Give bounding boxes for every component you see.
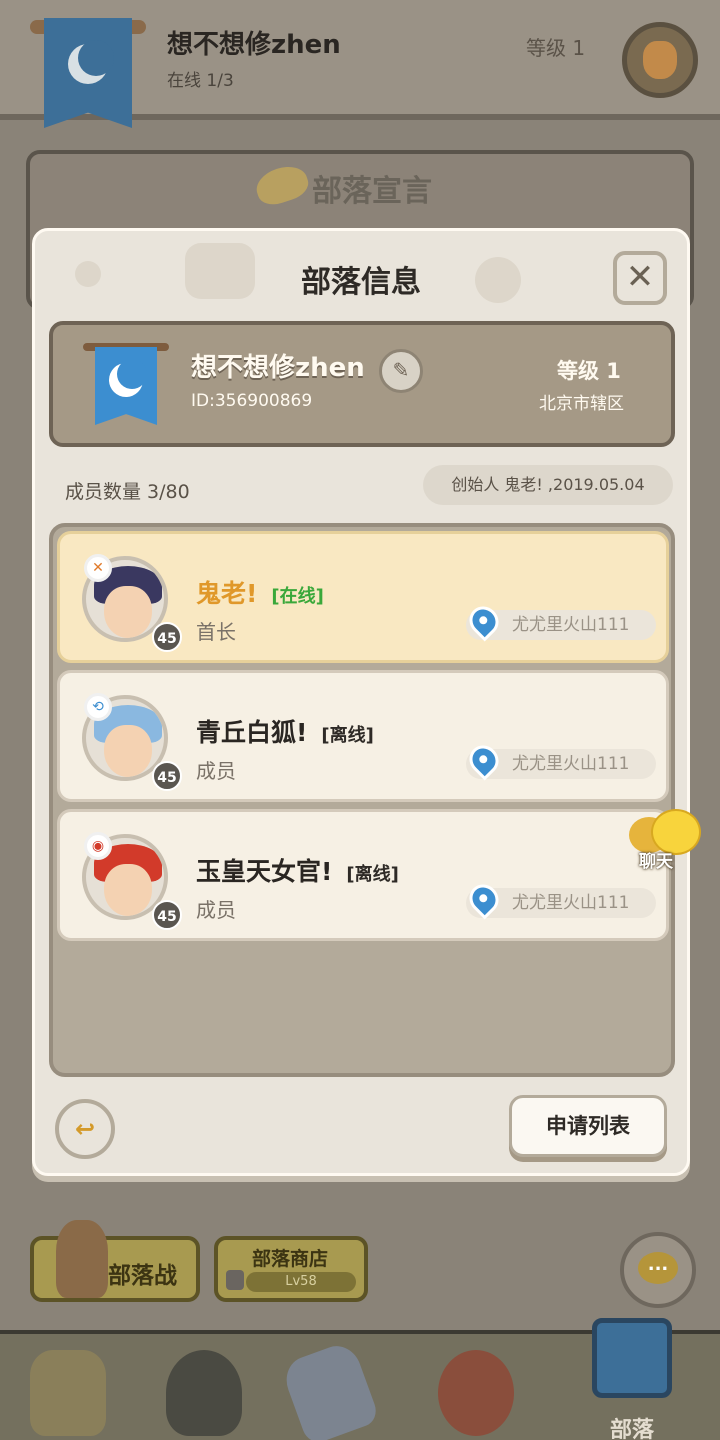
tribe-id: ID:356900869	[191, 391, 313, 411]
face-shape	[104, 586, 152, 638]
member-name-line: 鬼老! [在线]	[196, 574, 324, 610]
player-avatar[interactable]	[622, 22, 698, 98]
close-button[interactable]: ✕	[613, 251, 667, 305]
tribe-war-label: 部落战	[108, 1263, 177, 1289]
member-status: [在线]	[271, 586, 324, 607]
chat-float-label: 聊天	[639, 852, 673, 872]
shop-unlock-level: Lv58	[246, 1272, 356, 1292]
nav-tribe-label: 部落	[609, 1418, 654, 1440]
nav-item-hero[interactable]	[156, 1350, 252, 1440]
member-name: 青丘白狐!	[196, 718, 308, 747]
top-bar-online-count: 在线 1/3	[167, 71, 234, 91]
member-name-line: 玉皇天女官! [离线]	[196, 852, 399, 888]
location-label: 尤尤里火山111	[512, 893, 630, 913]
member-list[interactable]: ✕ 45 鬼老! [在线] 首长 尤尤里火山111 ⟲ 45 青丘白狐! [离线] …	[49, 523, 675, 1077]
location-label: 尤尤里火山111	[512, 615, 630, 635]
face-shape	[104, 864, 152, 916]
beast-icon	[30, 1350, 106, 1436]
tribe-banner-icon	[44, 18, 132, 128]
top-bar-level: 等级 1	[526, 36, 586, 60]
warrior-icon	[56, 1220, 108, 1298]
tribe-name: 想不想修zhen	[191, 353, 365, 383]
member-role: 首长	[196, 620, 236, 644]
member-row[interactable]: ✕ 45 鬼老! [在线] 首长 尤尤里火山111	[57, 531, 669, 663]
member-name: 鬼老!	[196, 579, 258, 608]
chat-float-button[interactable]: 聊天	[629, 809, 709, 872]
tribe-region: 北京市辖区	[539, 394, 624, 414]
tribe-shop-label: 部落商店	[252, 1248, 329, 1270]
role-badge-icon: ✕	[84, 554, 112, 582]
member-name-line: 青丘白狐! [离线]	[196, 713, 374, 749]
lock-icon	[226, 1270, 244, 1290]
member-role: 成员	[196, 759, 236, 783]
weapon-icon	[279, 1339, 381, 1440]
modal-title: 部落信息	[301, 265, 421, 300]
tribe-level: 等级 1	[557, 359, 621, 383]
member-location: 尤尤里火山111	[463, 600, 656, 642]
edit-icon[interactable]: ✎	[379, 349, 423, 393]
member-location: 尤尤里火山111	[463, 739, 656, 781]
location-pin-icon	[463, 739, 505, 781]
nav-item-pet[interactable]	[428, 1350, 524, 1440]
nav-item-weapon[interactable]	[279, 1339, 381, 1440]
tribe-war-button[interactable]: 部落战	[30, 1220, 200, 1302]
tribe-card: 想不想修zhen ✎ ID:356900869 等级 1 北京市辖区	[49, 321, 675, 447]
tribe-shop-button[interactable]: 部落商店 Lv58	[214, 1236, 368, 1302]
member-level: 45	[152, 622, 182, 652]
top-bar-tribe-name: 想不想修zhen	[167, 30, 341, 60]
chat-button[interactable]: ...	[620, 1232, 696, 1308]
tribe-banner-icon	[95, 347, 157, 425]
nav-item-tribe[interactable]: 部落	[570, 1318, 694, 1440]
member-row[interactable]: ◉ 45 玉皇天女官! [离线] 成员 尤尤里火山111	[57, 809, 669, 941]
tribe-nav-icon	[592, 1318, 672, 1398]
member-location: 尤尤里火山111	[463, 878, 656, 920]
chat-bubble-icon: ...	[638, 1252, 678, 1284]
member-count: 成员数量 3/80	[65, 481, 190, 503]
declaration-title: 部落宣言	[312, 174, 432, 209]
location-pin-icon	[463, 600, 505, 642]
member-status: [离线]	[346, 864, 399, 885]
face-shape	[104, 725, 152, 777]
tribe-info-modal: 部落信息 ✕ 想不想修zhen ✎ ID:356900869 等级 1 北京市辖…	[32, 228, 701, 1176]
member-status: [离线]	[321, 725, 374, 746]
back-button[interactable]: ↩	[55, 1099, 115, 1159]
role-badge-icon: ⟲	[84, 693, 112, 721]
role-badge-icon: ◉	[84, 832, 112, 860]
pet-icon	[438, 1350, 514, 1436]
member-level: 45	[152, 900, 182, 930]
member-role: 成员	[196, 898, 236, 922]
location-pin-icon	[463, 878, 505, 920]
member-name: 玉皇天女官!	[196, 857, 333, 886]
member-level: 45	[152, 761, 182, 791]
apply-list-button[interactable]: 申请列表	[509, 1095, 667, 1157]
hero-icon	[166, 1350, 242, 1436]
member-row[interactable]: ⟲ 45 青丘白狐! [离线] 成员 尤尤里火山111	[57, 670, 669, 802]
location-label: 尤尤里火山111	[512, 754, 630, 774]
nav-item-beast[interactable]	[20, 1350, 116, 1440]
bottom-nav: 部落	[0, 1318, 720, 1440]
founder-info: 创始人 鬼老! ,2019.05.04	[423, 465, 673, 505]
